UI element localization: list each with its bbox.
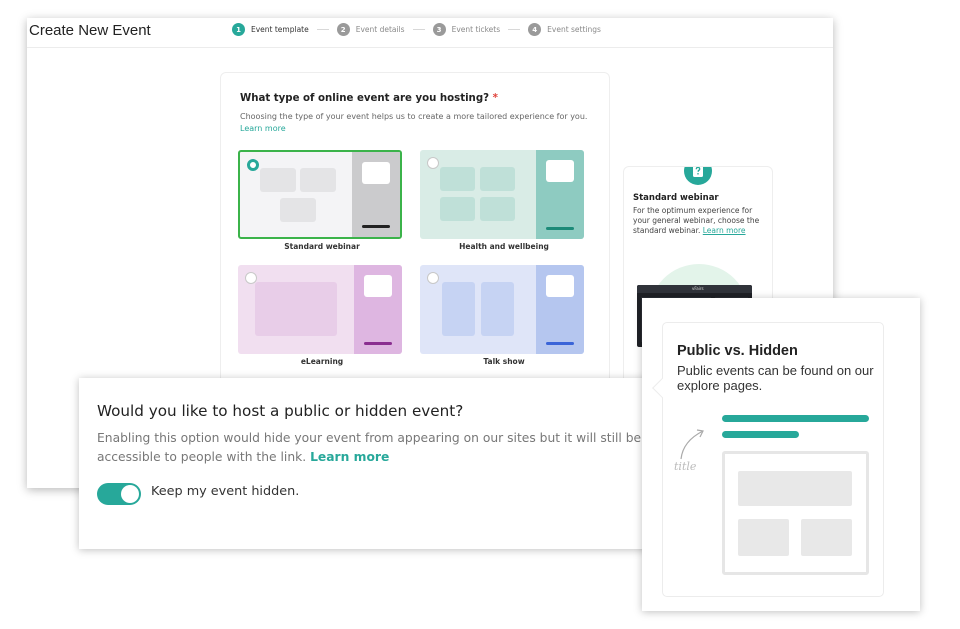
step-separator (412, 29, 425, 30)
info-learn-more-link[interactable]: Learn more (703, 226, 746, 235)
description-text: Choosing the type of your event helps us… (240, 112, 588, 121)
template-radio[interactable] (247, 159, 259, 171)
step-label: Event template (251, 25, 309, 34)
step-label: Event settings (547, 25, 601, 34)
thumb-header-text: vFairs (692, 286, 704, 291)
template-label: Talk show (483, 357, 525, 366)
step-number: 3 (432, 23, 446, 36)
event-type-card: What type of online event are you hostin… (220, 72, 610, 402)
keep-hidden-label: Keep my event hidden. (151, 484, 300, 499)
step-separator (316, 29, 329, 30)
template-radio[interactable] (427, 157, 439, 169)
learn-more-link[interactable]: Learn more (240, 124, 286, 133)
popup-pointer (652, 378, 672, 398)
illustration-left-block (738, 519, 789, 556)
accent-bar (546, 342, 574, 345)
template-health-wellbeing[interactable] (420, 150, 584, 239)
template-label: Standard webinar (284, 242, 360, 251)
layout-block (481, 282, 514, 336)
step-event-tickets[interactable]: 3 Event tickets (432, 23, 501, 36)
popup-card: Public vs. Hidden Public events can be f… (652, 322, 884, 597)
hidden-event-dialog: Would you like to host a public or hidde… (79, 378, 669, 549)
step-number: 2 (336, 23, 350, 36)
required-mark: * (492, 93, 498, 104)
illustration-title-line (722, 415, 869, 422)
layout-block (480, 167, 515, 191)
layout-block (440, 197, 475, 221)
side-panel (354, 265, 402, 354)
layout-block (300, 168, 336, 192)
popup-description: Public events can be found on our explor… (677, 363, 874, 393)
header-bar: Create New Event 1 Event template 2 Even… (27, 18, 833, 48)
progress-stepper: 1 Event template 2 Event details 3 Event… (232, 23, 601, 36)
illustration-subtitle-line (722, 431, 799, 438)
info-title: Standard webinar (633, 193, 719, 203)
template-radio[interactable] (245, 272, 257, 284)
side-panel (536, 265, 584, 354)
public-hidden-popup: Public vs. Hidden Public events can be f… (642, 298, 920, 611)
illustration-page-frame (722, 451, 869, 575)
sketch-title-text: title (674, 460, 697, 473)
layout-block (442, 282, 475, 336)
camera-tile (362, 162, 390, 184)
camera-tile (546, 275, 574, 297)
illustration-right-block (801, 519, 852, 556)
question-icon (684, 167, 712, 185)
accent-bar (362, 225, 390, 228)
step-number: 4 (528, 23, 542, 36)
template-standard-webinar[interactable] (238, 150, 402, 239)
info-description: For the optimum experience for your gene… (633, 206, 763, 236)
side-panel (352, 152, 400, 237)
camera-tile (364, 275, 392, 297)
hidden-event-title: Would you like to host a public or hidde… (97, 402, 464, 420)
accent-bar (364, 342, 392, 345)
layout-block (480, 197, 515, 221)
template-label: eLearning (300, 357, 344, 366)
layout-block (280, 198, 316, 222)
template-elearning[interactable] (238, 265, 402, 354)
template-talk-show[interactable] (420, 265, 584, 354)
accent-bar (546, 227, 574, 230)
event-type-description: Choosing the type of your event helps us… (240, 111, 600, 135)
step-event-details[interactable]: 2 Event details (336, 23, 405, 36)
layout-block (440, 167, 475, 191)
camera-tile (546, 160, 574, 182)
popup-title: Public vs. Hidden (677, 343, 798, 359)
hidden-event-description: Enabling this option would hide your eve… (97, 429, 657, 467)
template-label: Health and wellbeing (459, 242, 549, 251)
page-title: Create New Event (29, 22, 151, 39)
step-label: Event details (355, 25, 405, 34)
toggle-knob (121, 485, 139, 503)
step-number: 1 (232, 23, 245, 36)
step-event-template[interactable]: 1 Event template (232, 23, 309, 36)
side-panel (536, 150, 584, 239)
question-text: What type of online event are you hostin… (240, 93, 490, 104)
illustration-banner-block (738, 471, 852, 506)
keep-hidden-toggle[interactable] (97, 483, 141, 505)
layout-block (255, 282, 337, 336)
step-label: Event tickets (451, 25, 501, 34)
sketch-arrow-icon: title (674, 429, 704, 473)
layout-block (260, 168, 296, 192)
template-radio[interactable] (427, 272, 439, 284)
hidden-learn-more-link[interactable]: Learn more (310, 450, 389, 464)
step-separator (508, 29, 521, 30)
event-type-question: What type of online event are you hostin… (240, 93, 498, 104)
step-event-settings[interactable]: 4 Event settings (528, 23, 601, 36)
